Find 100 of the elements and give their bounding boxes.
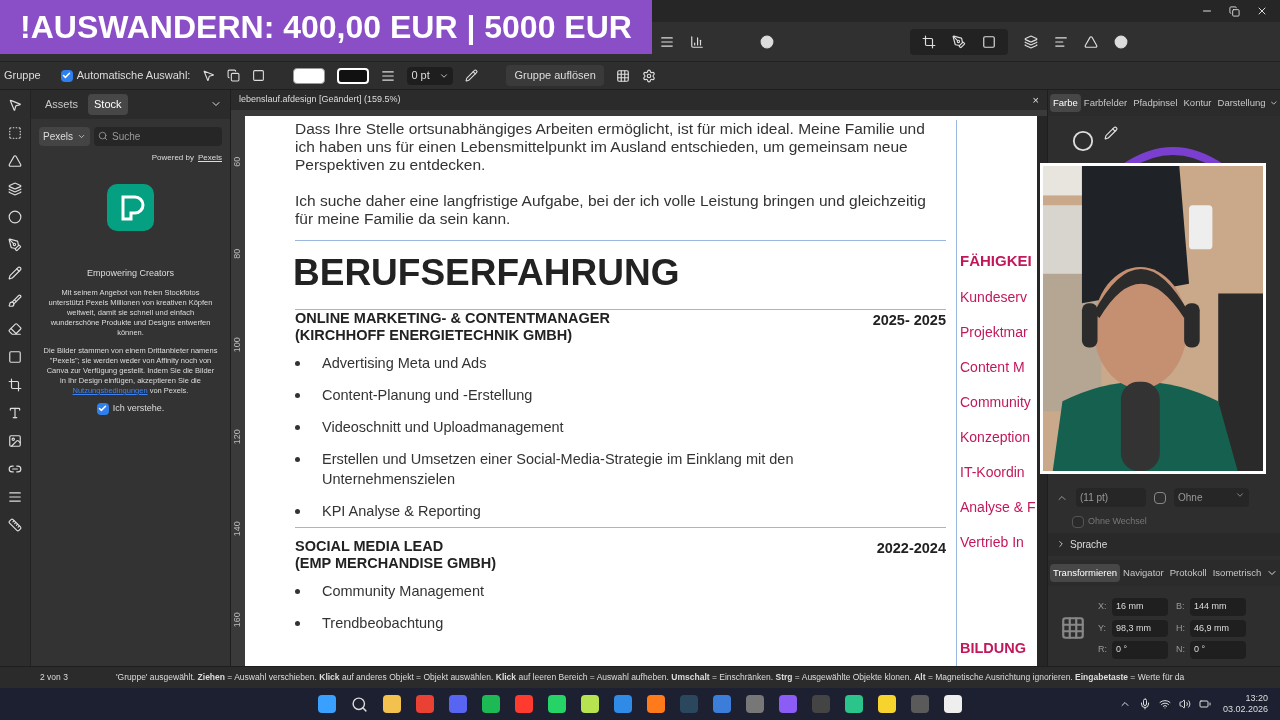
stroke-style-icon[interactable]	[381, 68, 396, 83]
distribute-icon[interactable]	[690, 34, 704, 49]
square-icon[interactable]	[252, 69, 266, 82]
field-label: R:	[1098, 643, 1108, 656]
transform-field[interactable]: 98,3 mm	[1112, 619, 1168, 637]
tool-icon[interactable]	[8, 350, 22, 364]
search-field[interactable]: Suche	[94, 126, 222, 146]
job-dates: 2022-2024	[876, 539, 946, 558]
consent-checkbox[interactable]	[96, 402, 109, 415]
bullet-icon	[295, 621, 300, 626]
context-label: Gruppe	[4, 68, 41, 84]
frame-icon[interactable]	[982, 34, 996, 49]
status-message: 'Gruppe' ausgewählt. Ziehen = Auswahl verschieben. Klick auf anderes Objekt = Objekt auswählen. Klick auf leeren Bereich = Auswahl aufheben. Umschalt = Einschränken. Strg = Ausgewählte Objekte klonen. Alt = Magnetische Ausrichtung ignorieren. Eingabetaste = Werte für da	[115, 671, 1185, 684]
crop-icon[interactable]	[922, 34, 936, 49]
align-icon[interactable]	[660, 34, 674, 49]
panel-tab[interactable]: Darstellung	[1214, 94, 1269, 113]
source-dropdown[interactable]: Pexels	[39, 126, 90, 146]
search-icon	[98, 131, 108, 141]
panel-tab[interactable]: Pfadpinsel	[1130, 94, 1181, 113]
field-label: H:	[1176, 621, 1186, 635]
baseline-label-icon	[1154, 491, 1166, 504]
node-icon[interactable]	[952, 34, 966, 49]
leading-field[interactable]: (11 pt)	[1076, 488, 1146, 508]
tool-icon[interactable]	[8, 98, 22, 112]
panel-tab[interactable]: Stock	[88, 94, 128, 115]
panel-tab[interactable]: Isometrisch	[1209, 563, 1265, 582]
curve-icon[interactable]	[465, 69, 479, 82]
shape-icon[interactable]	[1114, 34, 1128, 49]
bullet-icon	[295, 457, 300, 462]
panel-tab[interactable]: Navigator	[1120, 563, 1167, 582]
fill-swatch[interactable]	[293, 67, 326, 84]
skill-item: Konzeption	[960, 427, 1032, 447]
stroke-swatch[interactable]	[337, 67, 370, 84]
ruler-label: 120	[231, 429, 244, 445]
app-icon[interactable]	[581, 695, 599, 713]
skill-item: Kundeserv	[960, 287, 1028, 307]
skill-item: Projektmar	[960, 322, 1029, 342]
tool-icon[interactable]	[8, 210, 22, 224]
panel-tab[interactable]: Kontur	[1180, 94, 1215, 113]
no-change-checkbox[interactable]	[1072, 516, 1084, 528]
stroke-width-field[interactable]: 0 pt	[407, 66, 454, 85]
search-icon[interactable]	[351, 695, 368, 713]
volume-icon[interactable]	[1178, 698, 1191, 710]
pexels-link[interactable]: Pexels	[198, 151, 222, 164]
battery-icon[interactable]	[1198, 698, 1211, 710]
panel-tab[interactable]: Transformieren	[1050, 563, 1121, 582]
bullet-text: Trendbeobachtung	[322, 614, 444, 633]
panel-tab[interactable]: Protokoll	[1166, 563, 1210, 582]
transform-field[interactable]: 16 mm	[1112, 598, 1168, 616]
close-tab-icon[interactable]: ×	[1032, 91, 1039, 109]
app-icon[interactable]	[647, 695, 665, 713]
field-label: X:	[1098, 600, 1108, 613]
baseline-dropdown[interactable]: Ohne	[1174, 488, 1249, 508]
transform-field[interactable]: 0 °	[1112, 641, 1168, 659]
anchor-grid-icon[interactable]	[1060, 615, 1086, 642]
tool-icon[interactable]	[8, 126, 22, 140]
close-icon[interactable]	[1256, 5, 1268, 17]
panel-tab[interactable]: Assets	[39, 94, 84, 115]
bullet-icon	[295, 361, 300, 366]
app-icon[interactable]	[713, 695, 731, 713]
tool-icon[interactable]	[8, 154, 22, 168]
tool-icon[interactable]	[8, 322, 22, 336]
overlap-icon[interactable]	[227, 69, 241, 82]
auto-select-checkbox[interactable]	[60, 69, 73, 82]
align-left-icon[interactable]	[1054, 34, 1068, 49]
language-section[interactable]: Sprache	[1048, 532, 1280, 556]
arrange-icon[interactable]	[1024, 34, 1038, 49]
eyedropper-icon[interactable]	[1104, 126, 1118, 141]
app-icon[interactable]	[746, 695, 764, 713]
ungroup-button[interactable]: Gruppe auflösen	[506, 65, 604, 86]
panel-tab[interactable]: Farbfelder	[1080, 94, 1131, 113]
checkbox-label: Ohne Wechsel	[1088, 515, 1147, 529]
education-heading: BILDUNG	[960, 638, 1028, 658]
tool-icon[interactable]	[8, 182, 22, 196]
transform-field[interactable]: 0 °	[1190, 641, 1246, 659]
tool-icon[interactable]	[8, 406, 22, 420]
restore-icon[interactable]	[1229, 5, 1240, 17]
tool-icon[interactable]	[8, 378, 22, 392]
tool-icon[interactable]	[8, 490, 22, 504]
settings-icon[interactable]	[641, 68, 656, 83]
tool-icon[interactable]	[8, 266, 22, 280]
bullet-icon	[295, 425, 300, 430]
wifi-icon[interactable]	[1158, 698, 1171, 710]
windows-start-icon[interactable]	[318, 695, 336, 713]
tool-icon[interactable]	[8, 238, 22, 252]
field-label: B:	[1176, 600, 1186, 613]
section-title: BERUFSERFAHRUNG	[293, 251, 681, 295]
app-icon[interactable]	[944, 695, 962, 713]
grid-icon[interactable]	[615, 68, 630, 83]
transform-field[interactable]: 144 mm	[1190, 598, 1246, 616]
tool-icon[interactable]	[8, 518, 22, 532]
document-tab[interactable]: lebenslauf.afdesign [Geändert] (159.5%)	[239, 93, 401, 107]
tool-icon[interactable]	[8, 462, 22, 476]
tool-icon[interactable]	[8, 434, 22, 448]
transform-field[interactable]: 46,9 mm	[1190, 619, 1246, 637]
pointer-icon[interactable]	[202, 69, 216, 82]
microphone-icon[interactable]	[1138, 698, 1151, 710]
tool-icon[interactable]	[8, 294, 22, 308]
panel-tab[interactable]: Farbe	[1050, 94, 1081, 113]
app-icon[interactable]	[779, 695, 797, 713]
